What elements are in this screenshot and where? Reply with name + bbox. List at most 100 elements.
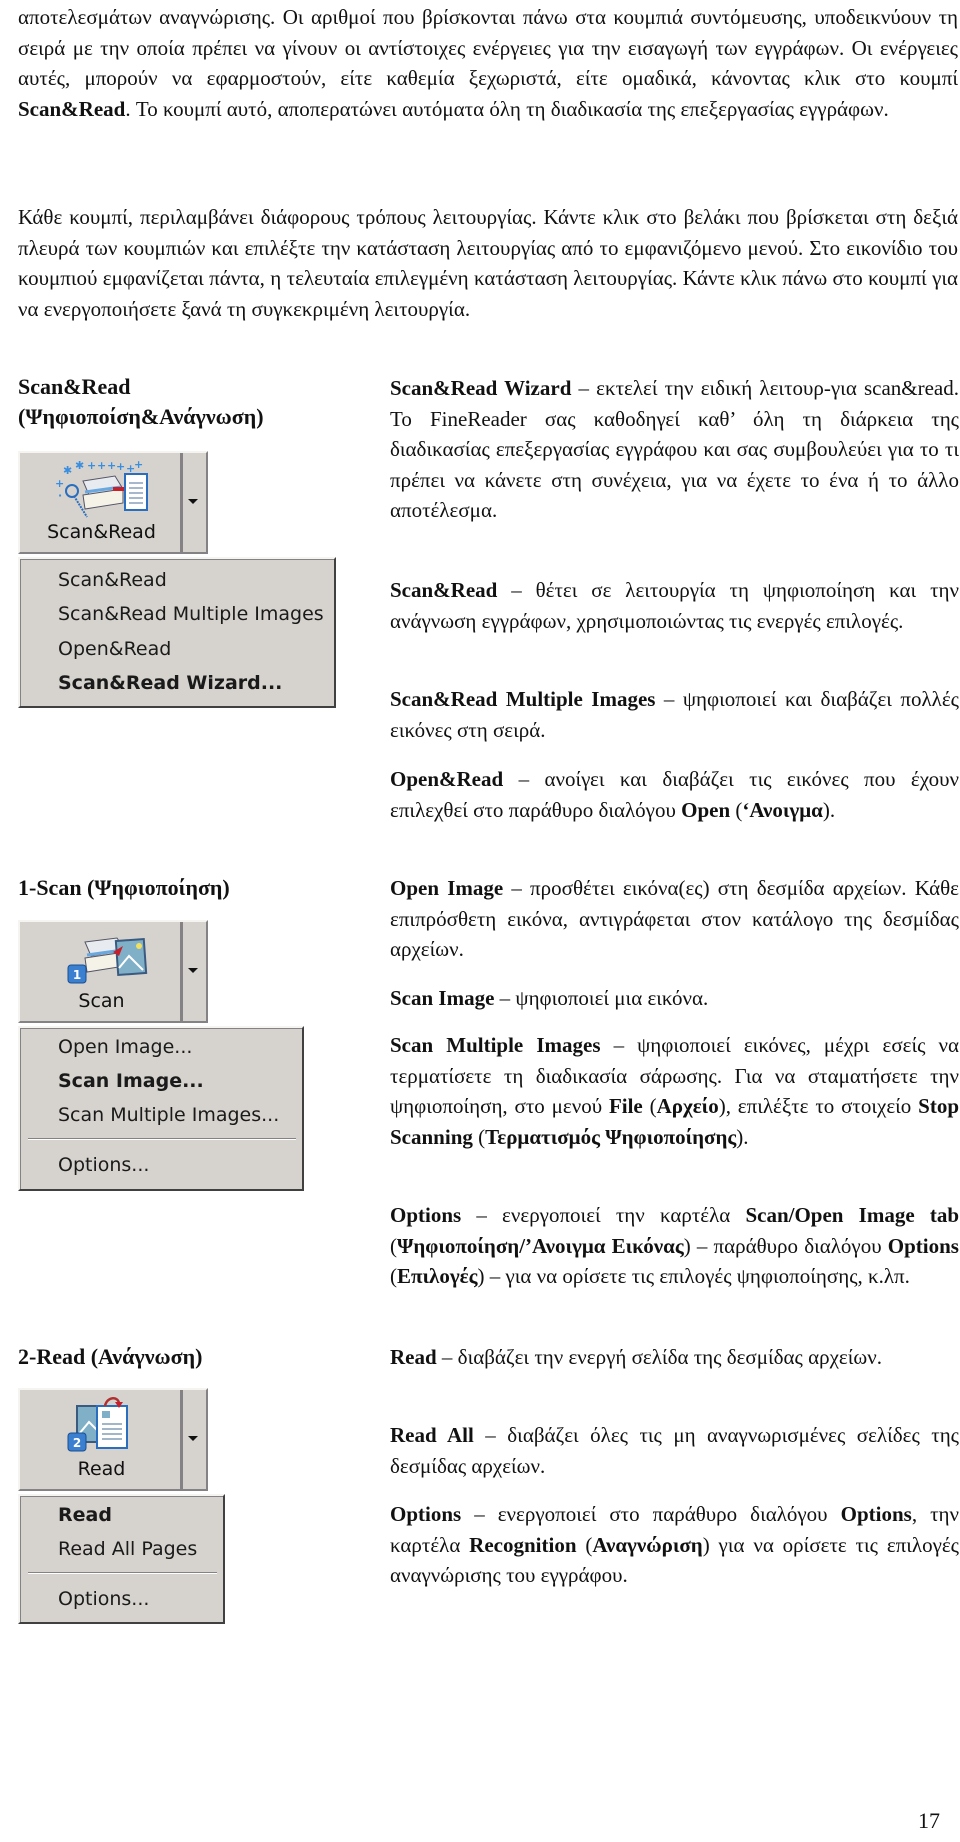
desc-text: (: [576, 1532, 593, 1557]
svg-text:+: +: [134, 459, 143, 471]
read-dropdown-menu: Read Read All Pages Options...: [18, 1494, 225, 1624]
desc-scanread-multiple: Scan&Read Multiple Images – ψηφιοποιεί κ…: [390, 684, 959, 745]
desc-term: File: [608, 1094, 643, 1118]
desc-term: Επιλογές: [397, 1264, 478, 1288]
desc-text: ).: [736, 1124, 749, 1149]
read-step-badge: 2: [73, 1436, 81, 1450]
desc-text: (: [730, 797, 743, 822]
section-title-read: 2-Read (Ανάγνωση): [18, 1342, 358, 1372]
desc-term: Τερματισμός Ψηφιοποίησης: [485, 1124, 737, 1149]
desc-text: – ψηφιοποιεί μια εικόνα.: [494, 986, 709, 1010]
desc-term: Options: [887, 1233, 959, 1258]
desc-term: Ψηφιοποίηση/’Ανοιγμα Εικόνας: [397, 1233, 684, 1258]
dropdown-arrow-icon[interactable]: [188, 499, 198, 504]
intro-paragraph-2: Κάθε κουμπί, περιλαμβάνει διάφορους τρόπ…: [18, 205, 958, 321]
svg-text:+: +: [97, 459, 106, 472]
desc-term: Options: [390, 1203, 462, 1227]
scan-icon: 1: [67, 937, 148, 984]
menu-item-scanread[interactable]: Scan&Read: [58, 567, 167, 593]
desc-term: Scan Multiple Images: [390, 1033, 601, 1057]
desc-text: (: [472, 1124, 486, 1149]
section-title-line2: (Ψηφιοποίση&Ανάγνωση): [18, 404, 264, 429]
scan-read-wizard-icon: ✱ ✱ + + + + ++ +·: [55, 459, 148, 518]
desc-text: – διαβάζει την ενεργή σελίδα της δεσμίδα…: [436, 1345, 882, 1369]
desc-term: Options: [840, 1502, 912, 1526]
desc-scanread-wizard: Scan&Read Wizard – εκτελεί την ειδική λε…: [390, 373, 959, 526]
menu-item-scanread-wizard[interactable]: Scan&Read Wizard...: [58, 670, 282, 696]
read-button-label: Read: [77, 1458, 126, 1480]
scan-main-button[interactable]: 1 Scan: [20, 922, 183, 1021]
scanread-main-button[interactable]: ✱ ✱ + + + + + + + · Scan&Read: [20, 453, 183, 552]
scanread-button-frame[interactable]: ✱ ✱ + + + + + + + · Scan&Read: [18, 451, 208, 554]
menu-item-options[interactable]: Options...: [58, 1152, 149, 1178]
section-title-scan: 1-Scan (Ψηφιοποίηση): [18, 873, 358, 903]
desc-scan-multiple-images: Scan Multiple Images – ψηφιοποιεί εικόνε…: [390, 1030, 959, 1152]
menu-item-scan-image[interactable]: Scan Image...: [58, 1068, 204, 1094]
dropdown-arrow-icon[interactable]: [188, 968, 198, 973]
section-title-line1: 1-Scan (Ψηφιοποίηση): [18, 875, 230, 900]
section-title-scanread: Scan&Read (Ψηφιοποίση&Ανάγνωση): [18, 372, 358, 432]
scan-button-frame[interactable]: 1 Scan: [18, 920, 208, 1023]
desc-text: (: [390, 1264, 397, 1288]
scan-button-label: Scan: [78, 990, 125, 1012]
scanread-button-label: Scan&Read: [47, 521, 156, 543]
desc-text: – διαβάζει όλες τις μη αναγνωρισμένες σε…: [390, 1423, 959, 1478]
desc-term: Scan&Read: [390, 578, 498, 602]
scanread-dropdown-menu: Scan&Read Scan&Read Multiple Images Open…: [18, 557, 336, 708]
svg-text:✱: ✱: [63, 464, 72, 477]
desc-text: (: [642, 1094, 657, 1118]
svg-text:+: +: [87, 459, 96, 472]
desc-term: Αρχείο: [656, 1094, 719, 1118]
menu-separator: [28, 1138, 296, 1140]
desc-term: Read: [390, 1345, 437, 1369]
intro-bold-term: Scan&Read: [18, 96, 126, 121]
desc-term: Αναγνώριση: [592, 1532, 703, 1557]
desc-text: ) – για να ορίσετε τις επιλογές ψηφιοποί…: [477, 1264, 910, 1288]
read-main-button[interactable]: 2 Read: [20, 1390, 183, 1489]
scan-step-badge: 1: [73, 968, 81, 982]
menu-item-open-image[interactable]: Open Image...: [58, 1034, 192, 1060]
desc-text: ) – παράθυρο διαλόγου: [683, 1233, 888, 1258]
menu-item-scanread-multiple-images[interactable]: Scan&Read Multiple Images: [58, 601, 324, 627]
desc-term: Options: [390, 1502, 462, 1526]
dropdown-arrow-icon[interactable]: [188, 1436, 198, 1441]
svg-text:·: ·: [58, 489, 62, 502]
desc-scan-options: Options – ενεργοποιεί την καρτέλα Scan/O…: [390, 1200, 959, 1292]
read-button-frame[interactable]: 2 Read: [18, 1388, 208, 1491]
menu-item-openread[interactable]: Open&Read: [58, 636, 171, 662]
svg-text:+: +: [107, 459, 116, 472]
desc-term: Open: [681, 797, 731, 822]
desc-term: Open&Read: [390, 767, 504, 791]
desc-term: Read All: [390, 1423, 474, 1447]
intro-paragraph-1: αποτελεσμάτων αναγνώρισης. Οι αριθμοί πο…: [18, 2, 958, 124]
desc-read-all: Read All – διαβάζει όλες τις μη αναγνωρι…: [390, 1420, 959, 1481]
menu-item-scan-multiple-images[interactable]: Scan Multiple Images...: [58, 1102, 279, 1128]
desc-term: Scan&Read Multiple Images: [390, 687, 656, 711]
page-number: 17: [918, 1808, 940, 1833]
section-title-line1: Scan&Read: [18, 374, 131, 399]
section-title-line1: 2-Read (Ανάγνωση): [18, 1344, 203, 1369]
desc-open-image: Open Image – προσθέτει εικόνα(ες) στη δε…: [390, 873, 959, 965]
intro-text-end: . Το κουμπί αυτό, αποπερατώνει αυτόματα …: [125, 96, 889, 121]
desc-read: Read – διαβάζει την ενεργή σελίδα της δε…: [390, 1342, 959, 1373]
desc-text: ), επιλέξτε το στοιχείο: [718, 1094, 919, 1118]
desc-text: – ενεργοποιεί στο παράθυρο διαλόγου: [461, 1502, 841, 1526]
desc-text: ).: [822, 797, 836, 822]
svg-text:+: +: [116, 460, 125, 473]
desc-text: – ενεργοποιεί την καρτέλα: [461, 1203, 746, 1227]
menu-item-options[interactable]: Options...: [58, 1586, 149, 1612]
desc-term: Scan&Read Wizard: [390, 376, 572, 400]
desc-openread: Open&Read – ανοίγει και διαβάζει τις εικ…: [390, 764, 959, 825]
desc-read-options: Options – ενεργοποιεί στο παράθυρο διαλό…: [390, 1499, 959, 1591]
menu-separator: [28, 1572, 217, 1574]
desc-text: (: [390, 1233, 397, 1258]
desc-term: Open Image: [390, 876, 504, 900]
menu-item-read-all-pages[interactable]: Read All Pages: [58, 1536, 197, 1562]
scan-dropdown-menu: Open Image... Scan Image... Scan Multipl…: [18, 1026, 304, 1191]
desc-term: Scan/Open Image tab: [745, 1203, 959, 1227]
svg-text:✱: ✱: [75, 459, 84, 472]
intro-text: αποτελεσμάτων αναγνώρισης. Οι αριθμοί πο…: [18, 5, 958, 90]
menu-item-read[interactable]: Read: [58, 1502, 112, 1528]
desc-term: Recognition: [469, 1532, 577, 1557]
desc-scanread: Scan&Read – θέτει σε λειτουργία τη ψηφιο…: [390, 575, 959, 636]
